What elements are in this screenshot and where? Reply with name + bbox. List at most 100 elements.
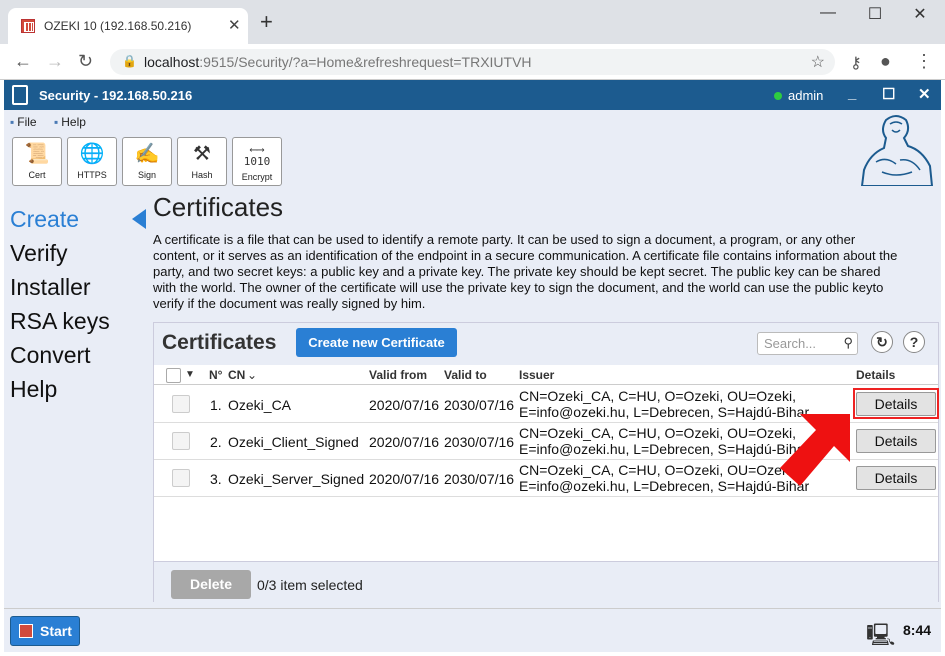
browser-title-bar: OZEKI 10 (192.168.50.216) ✕ + — ☐ ✕ bbox=[0, 0, 945, 44]
row-valid-to: 2030/07/16 bbox=[444, 434, 515, 450]
panel-footer: Delete 0/3 item selected bbox=[154, 561, 938, 603]
reload-icon[interactable]: ↻ bbox=[78, 51, 93, 72]
menu-dots-icon[interactable]: ⋮ bbox=[915, 51, 933, 72]
row-valid-to: 2030/07/16 bbox=[444, 471, 515, 487]
start-icon bbox=[19, 624, 33, 638]
menu-toolbar-area: File Help 📜 Cert 🌐 HTTPS ✍ Sign ⚒ Hash ⟵⟶101… bbox=[4, 110, 941, 190]
toolbar-encrypt-button[interactable]: ⟵⟶ 1010 Encrypt bbox=[232, 137, 282, 186]
highlight-box bbox=[853, 388, 939, 419]
close-tab-icon[interactable]: ✕ bbox=[228, 16, 241, 34]
menu-file[interactable]: File bbox=[10, 115, 36, 129]
column-number: N° bbox=[209, 368, 223, 382]
row-checkbox[interactable] bbox=[172, 469, 190, 487]
toolbar-hash-label: Hash bbox=[191, 170, 213, 180]
toolbar-sign-button[interactable]: ✍ Sign bbox=[122, 137, 172, 186]
bookmark-star-icon[interactable]: ☆ bbox=[811, 52, 825, 72]
toolbar-https-label: HTTPS bbox=[77, 170, 107, 180]
row-valid-to: 2030/07/16 bbox=[444, 397, 515, 413]
toolbar-https-button[interactable]: 🌐 HTTPS bbox=[67, 137, 117, 186]
select-dropdown-icon[interactable]: ▼ bbox=[185, 369, 195, 380]
row-valid-from: 2020/07/16 bbox=[369, 471, 440, 487]
app-minimize-button[interactable]: _ bbox=[848, 85, 856, 102]
issuer-line-1: CN=Ozeki_CA, C=HU, O=Ozeki, OU=Ozeki, bbox=[519, 388, 796, 404]
security-app-icon bbox=[12, 85, 28, 105]
close-window-button[interactable]: ✕ bbox=[900, 4, 940, 24]
column-issuer: Issuer bbox=[519, 368, 555, 382]
row-number: 1. bbox=[210, 397, 222, 413]
toolbar-sign-label: Sign bbox=[137, 170, 156, 180]
sidebar-item-verify[interactable]: Verify bbox=[10, 240, 68, 267]
row-cn: Ozeki_CA bbox=[228, 397, 292, 413]
url-host: localhost bbox=[144, 54, 200, 70]
start-button[interactable]: Start bbox=[10, 616, 80, 646]
red-arrow-icon bbox=[780, 414, 850, 486]
encrypt-icon: ⟵⟶ 1010 bbox=[243, 143, 271, 168]
clock: 8:44 bbox=[903, 622, 932, 638]
browser-tab[interactable]: OZEKI 10 (192.168.50.216) ✕ bbox=[8, 8, 248, 44]
lock-icon[interactable]: 🔒 bbox=[122, 54, 137, 68]
toolbar-cert-label: Cert bbox=[28, 170, 46, 180]
taskbar: Start 🖳 8:44 bbox=[4, 608, 941, 652]
sidebar-item-help[interactable]: Help bbox=[10, 376, 57, 403]
column-cn[interactable]: CN bbox=[228, 368, 245, 382]
key-icon[interactable]: ⚷ bbox=[850, 53, 862, 73]
sign-icon: ✍ bbox=[134, 143, 160, 165]
online-status-icon bbox=[774, 92, 782, 100]
search-placeholder: Search... bbox=[764, 336, 817, 351]
ozeki-favicon-icon bbox=[21, 19, 35, 33]
app-close-button[interactable]: ✕ bbox=[918, 85, 931, 103]
sidebar-item-convert[interactable]: Convert bbox=[10, 342, 91, 369]
profile-icon[interactable]: ● bbox=[880, 51, 891, 72]
row-checkbox[interactable] bbox=[172, 432, 190, 450]
minimize-window-button[interactable]: — bbox=[808, 4, 848, 22]
address-bar-row: ← → ↻ 🔒 localhost:9515/Security/?a=Home&… bbox=[0, 44, 945, 80]
select-all-checkbox[interactable] bbox=[166, 368, 181, 383]
active-arrow-icon bbox=[132, 209, 146, 229]
page-title: Certificates bbox=[153, 192, 284, 222]
new-tab-button[interactable]: + bbox=[260, 9, 273, 35]
sidebar-item-rsa-keys[interactable]: RSA keys bbox=[10, 308, 110, 335]
tab-title: OZEKI 10 (192.168.50.216) bbox=[44, 19, 192, 33]
toolbar-hash-button[interactable]: ⚒ Hash bbox=[177, 137, 227, 186]
column-details: Details bbox=[856, 368, 896, 382]
row-number: 2. bbox=[210, 434, 222, 450]
certificate-icon: 📜 bbox=[24, 143, 50, 165]
delete-button[interactable]: Delete bbox=[171, 570, 251, 599]
help-icon[interactable]: ? bbox=[903, 331, 925, 353]
sort-icon[interactable]: ⌄ bbox=[247, 368, 257, 382]
column-valid-to: Valid to bbox=[444, 368, 487, 382]
user-name[interactable]: admin bbox=[788, 88, 823, 103]
details-button[interactable]: Details bbox=[856, 466, 936, 490]
menu-help[interactable]: Help bbox=[54, 115, 86, 129]
search-icon[interactable]: ⚲ bbox=[843, 335, 853, 351]
panel-header: Certificates Create new Certificate Sear… bbox=[154, 323, 938, 365]
table-header: ▼ N° CN ⌄ Valid from Valid to Issuer Det… bbox=[154, 365, 938, 385]
row-cn: Ozeki_Server_Signed bbox=[228, 471, 365, 487]
column-valid-from: Valid from bbox=[369, 368, 428, 382]
sidebar-item-create[interactable]: Create bbox=[10, 206, 79, 233]
globe-icon: 🌐 bbox=[79, 143, 105, 165]
monitor-icon[interactable]: 🖳 bbox=[866, 618, 895, 656]
create-certificate-button[interactable]: Create new Certificate bbox=[296, 328, 457, 357]
back-icon[interactable]: ← bbox=[14, 51, 32, 72]
search-input[interactable]: Search... ⚲ bbox=[757, 332, 858, 355]
selection-info: 0/3 item selected bbox=[257, 577, 363, 593]
forward-icon[interactable]: → bbox=[46, 51, 64, 72]
row-checkbox[interactable] bbox=[172, 395, 190, 413]
refresh-icon[interactable]: ↻ bbox=[871, 331, 893, 353]
main-content: Certificates A certificate is a file tha… bbox=[151, 190, 941, 608]
row-number: 3. bbox=[210, 471, 222, 487]
url-field[interactable]: 🔒 localhost:9515/Security/?a=Home&refres… bbox=[110, 49, 835, 75]
maximize-window-button[interactable]: ☐ bbox=[855, 4, 895, 24]
page-description: A certificate is a file that can be used… bbox=[153, 232, 898, 311]
url-text: localhost:9515/Security/?a=Home&refreshr… bbox=[144, 54, 532, 70]
hammer-icon: ⚒ bbox=[193, 143, 211, 165]
ozeki-statue-logo bbox=[860, 115, 934, 186]
url-path: :9515/Security/?a=Home&refreshrequest=TR… bbox=[199, 54, 532, 70]
app-maximize-button[interactable]: ☐ bbox=[882, 85, 895, 103]
app-header: Security - 192.168.50.216 admin _ ☐ ✕ bbox=[4, 80, 941, 110]
sidebar-item-installer[interactable]: Installer bbox=[10, 274, 91, 301]
toolbar-cert-button[interactable]: 📜 Cert bbox=[12, 137, 62, 186]
details-button[interactable]: Details bbox=[856, 429, 936, 453]
app-title: Security - 192.168.50.216 bbox=[39, 88, 193, 103]
